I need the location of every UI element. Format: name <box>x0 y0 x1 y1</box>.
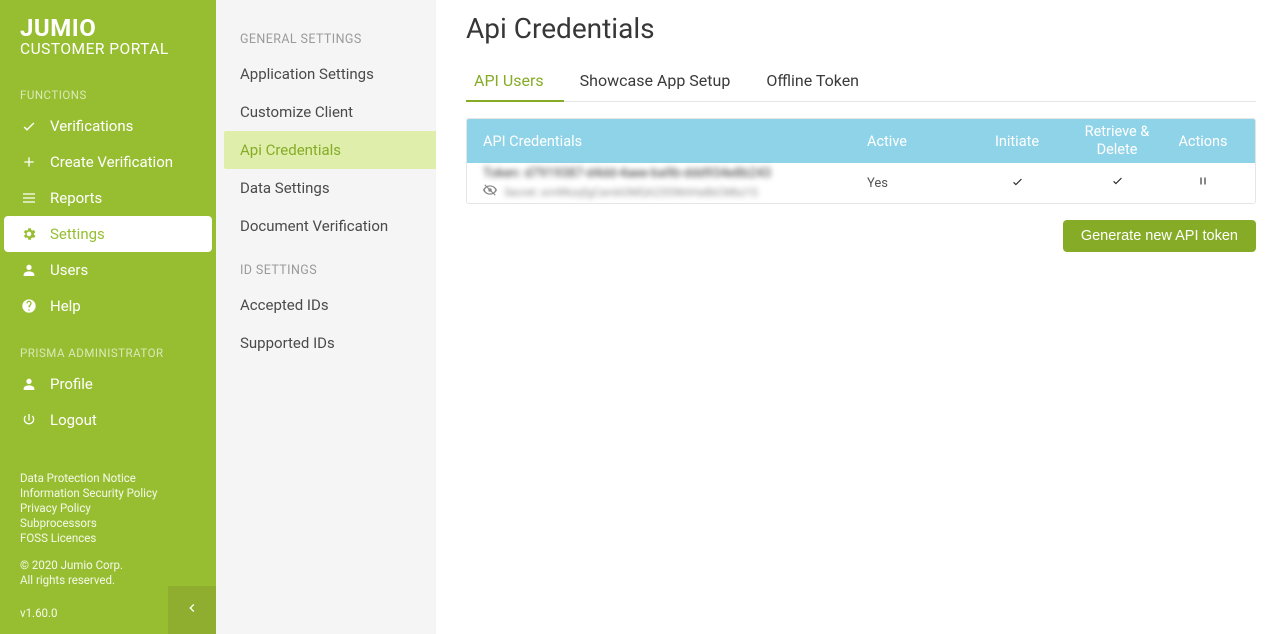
profile-icon <box>20 376 38 392</box>
sidebar-item-users[interactable]: Users <box>0 252 216 288</box>
check-icon <box>20 118 38 134</box>
subnav-item-api-credentials[interactable]: Api Credentials <box>224 131 436 169</box>
list-icon <box>20 190 38 206</box>
cell-credentials: Token: d7919387-d4dd-4aee-ba9b-ddd934e8b… <box>467 165 867 201</box>
subnav-item-document-verification[interactable]: Document Verification <box>216 207 436 245</box>
sidebar-item-label: Create Verification <box>50 153 173 171</box>
cell-initiate <box>967 175 1067 192</box>
th-initiate: Initiate <box>967 133 1067 150</box>
primary-sidebar: JUMIO CUSTOMER PORTAL FUNCTIONS Verifica… <box>0 0 216 634</box>
table-header-row: API Credentials Active Initiate Retrieve… <box>467 119 1255 163</box>
sidebar-item-verifications[interactable]: Verifications <box>0 108 216 144</box>
eye-off-icon[interactable] <box>483 183 497 201</box>
sidebar-item-profile[interactable]: Profile <box>0 366 216 402</box>
legal-line-1: © 2020 Jumio Corp. <box>20 558 196 573</box>
subnav-item-application-settings[interactable]: Application Settings <box>216 55 436 93</box>
pause-icon[interactable] <box>1197 176 1209 191</box>
cell-active: Yes <box>867 176 967 191</box>
generate-button-row: Generate new API token <box>466 220 1256 252</box>
brand-block: JUMIO CUSTOMER PORTAL <box>0 0 216 66</box>
footer-legal: © 2020 Jumio Corp. All rights reserved. <box>0 546 216 588</box>
brand-title: JUMIO <box>20 14 196 42</box>
generate-api-token-button[interactable]: Generate new API token <box>1063 220 1256 252</box>
sidebar-item-create-verification[interactable]: Create Verification <box>0 144 216 180</box>
link-data-protection[interactable]: Data Protection Notice <box>20 471 196 486</box>
sidebar-item-reports[interactable]: Reports <box>0 180 216 216</box>
secret-value: Secret: smWkzqfgCambOMQA23S9khHa8bCMbz1S <box>504 186 758 199</box>
sidebar-item-settings[interactable]: Settings <box>4 216 212 252</box>
collapse-sidebar-button[interactable] <box>168 586 216 634</box>
th-credentials: API Credentials <box>467 133 867 150</box>
subnav-item-accepted-ids[interactable]: Accepted IDs <box>216 286 436 324</box>
help-icon <box>20 298 38 314</box>
tab-showcase-app-setup[interactable]: Showcase App Setup <box>572 63 751 101</box>
settings-subnav: GENERAL SETTINGS Application Settings Cu… <box>216 0 436 634</box>
power-icon <box>20 412 38 428</box>
tabs: API Users Showcase App Setup Offline Tok… <box>466 63 1256 102</box>
subnav-item-data-settings[interactable]: Data Settings <box>216 169 436 207</box>
sidebar-item-label: Verifications <box>50 117 133 135</box>
plus-icon <box>20 154 38 170</box>
user-icon <box>20 262 38 278</box>
footer-links: Data Protection Notice Information Secur… <box>0 471 216 546</box>
token-value: Token: d7919387-d4dd-4aee-ba9b-ddd934e8b… <box>483 165 867 183</box>
sidebar-item-label: Logout <box>50 411 97 429</box>
chevron-left-icon <box>184 600 200 620</box>
sidebar-item-help[interactable]: Help <box>0 288 216 324</box>
secret-row: Secret: smWkzqfgCambOMQA23S9khHa8bCMbz1S <box>483 183 867 201</box>
cell-actions <box>1167 175 1255 191</box>
brand-subtitle: CUSTOMER PORTAL <box>20 40 196 58</box>
sidebar-item-label: Settings <box>50 225 105 243</box>
sidebar-item-logout[interactable]: Logout <box>0 402 216 438</box>
check-icon <box>1011 177 1024 192</box>
page-title: Api Credentials <box>466 12 1256 45</box>
link-privacy-policy[interactable]: Privacy Policy <box>20 501 196 516</box>
api-credentials-table: API Credentials Active Initiate Retrieve… <box>466 118 1256 204</box>
cell-retrieve-delete <box>1067 174 1167 192</box>
sidebar-item-label: Users <box>50 261 88 279</box>
th-actions: Actions <box>1167 133 1255 150</box>
tab-offline-token[interactable]: Offline Token <box>758 63 879 101</box>
table-row: Token: d7919387-d4dd-4aee-ba9b-ddd934e8b… <box>467 163 1255 203</box>
link-foss-licences[interactable]: FOSS Licences <box>20 531 196 546</box>
link-info-security[interactable]: Information Security Policy <box>20 486 196 501</box>
sidebar-section-functions: FUNCTIONS <box>0 66 216 108</box>
check-icon <box>1111 176 1124 191</box>
subnav-section-id: ID SETTINGS <box>216 245 436 286</box>
sidebar-section-admin: PRISMA ADMINISTRATOR <box>0 324 216 366</box>
sidebar-item-label: Reports <box>50 189 102 207</box>
main-content: Api Credentials API Users Showcase App S… <box>436 0 1286 634</box>
th-retrieve-delete: Retrieve & Delete <box>1067 123 1167 159</box>
gear-icon <box>20 226 38 242</box>
subnav-section-general: GENERAL SETTINGS <box>216 14 436 55</box>
subnav-item-customize-client[interactable]: Customize Client <box>216 93 436 131</box>
link-subprocessors[interactable]: Subprocessors <box>20 516 196 531</box>
subnav-item-supported-ids[interactable]: Supported IDs <box>216 324 436 362</box>
sidebar-item-label: Profile <box>50 375 93 393</box>
sidebar-item-label: Help <box>50 297 81 315</box>
th-active: Active <box>867 133 967 150</box>
tab-api-users[interactable]: API Users <box>466 63 564 102</box>
